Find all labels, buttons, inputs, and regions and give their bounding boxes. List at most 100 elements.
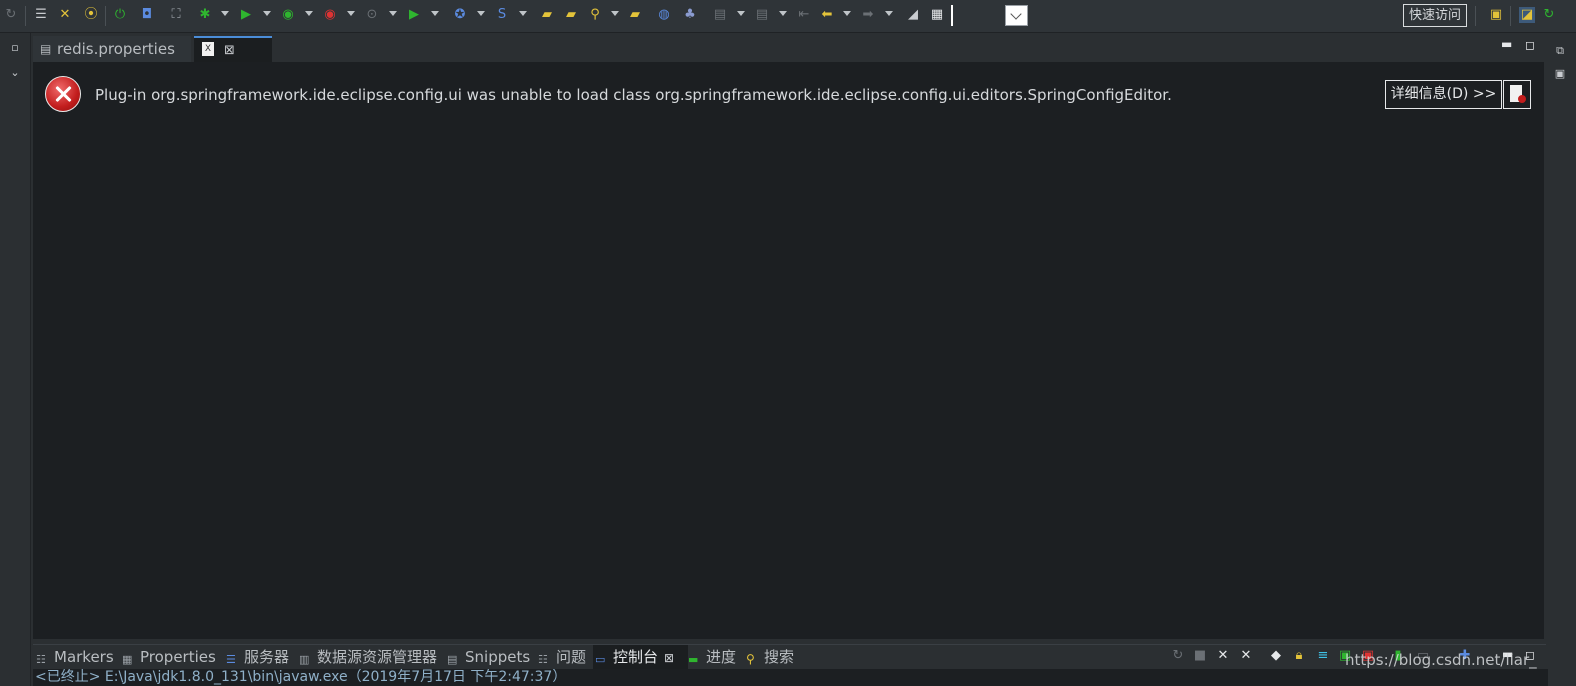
annotation-prev-icon[interactable]: ▤ bbox=[754, 7, 770, 23]
globe-icon[interactable]: ◍ bbox=[656, 7, 672, 23]
toolbar-separator bbox=[1475, 6, 1476, 26]
maximize-icon[interactable]: ◻ bbox=[1525, 38, 1535, 52]
error-message: Plug-in org.springframework.ide.eclipse.… bbox=[95, 86, 1172, 104]
toolbar-separator bbox=[105, 6, 106, 26]
remove-all-icon[interactable]: ✕ bbox=[1238, 648, 1254, 664]
toolbar-separator bbox=[1510, 6, 1511, 26]
coverage-icon[interactable]: ◉ bbox=[322, 7, 338, 23]
stop-dropdown-icon[interactable] bbox=[389, 11, 397, 16]
annotation-next-dropdown-icon[interactable] bbox=[737, 11, 745, 16]
tab-data-source-explorer[interactable]: ▥ 数据源资源管理器 bbox=[299, 645, 437, 670]
terminate-icon[interactable]: ■ bbox=[1192, 648, 1208, 664]
new-java-dropdown-icon[interactable] bbox=[477, 11, 485, 16]
word-wrap-icon[interactable]: ≡ bbox=[1315, 648, 1331, 664]
error-icon bbox=[45, 76, 81, 112]
data-source-icon: ▥ bbox=[299, 653, 310, 666]
servers-icon: ☰ bbox=[226, 653, 236, 666]
restore-icon[interactable]: ⧉ bbox=[1552, 43, 1568, 59]
close-icon[interactable]: ⊠ bbox=[664, 651, 674, 665]
back-dropdown-icon[interactable] bbox=[843, 11, 851, 16]
toolbar-combo-dropdown[interactable] bbox=[1005, 5, 1028, 26]
tab-search[interactable]: ⚲ 搜索 bbox=[746, 645, 794, 670]
search-icon: ⚲ bbox=[746, 652, 755, 666]
forward-arrow-icon[interactable]: ➡ bbox=[860, 7, 876, 23]
run-external-icon[interactable]: ◉ bbox=[280, 7, 296, 23]
tab-problems[interactable]: ☷ 问题 bbox=[538, 645, 586, 670]
last-edit-icon[interactable]: ⇤ bbox=[796, 7, 812, 23]
open-perspective-icon[interactable]: ▣ bbox=[1488, 7, 1504, 23]
pin-icon[interactable]: ◢ bbox=[905, 7, 921, 23]
grid-icon[interactable]: ▦ bbox=[929, 7, 945, 23]
power-icon[interactable]: ⏻ bbox=[112, 7, 128, 23]
annotation-prev-dropdown-icon[interactable] bbox=[779, 11, 787, 16]
launch-icon[interactable]: ▶ bbox=[406, 7, 422, 23]
run-external-dropdown-icon[interactable] bbox=[305, 11, 313, 16]
main-toolbar: ↻ ☰ ✕ ⦿ ⏻ ◘ ⛶ ✱ ▶ ◉ ◉ ⊙ ▶ ✪ S ▰ ▰ ⚲ ▰ ◍ … bbox=[0, 0, 1576, 33]
clear-console-icon[interactable]: ◆ bbox=[1268, 648, 1284, 664]
tab-properties[interactable]: ▦ Properties bbox=[122, 645, 216, 670]
tab-redis-properties[interactable]: ▤ redis.properties bbox=[33, 36, 191, 62]
details-button[interactable]: 详细信息(D) >> bbox=[1385, 80, 1502, 109]
console-output: <已终止> E:\Java\jdk1.8.0_131\bin\javaw.exe… bbox=[33, 669, 1548, 686]
spring-perspective-icon[interactable]: ↻ bbox=[1541, 7, 1557, 23]
tab-snippets[interactable]: ▤ Snippets bbox=[447, 645, 530, 670]
markers-icon: ☷ bbox=[36, 653, 46, 666]
tab-label: redis.properties bbox=[57, 40, 175, 58]
java-ee-perspective-icon[interactable]: ◪ bbox=[1519, 7, 1535, 23]
tab-progress[interactable]: ▬ 进度 bbox=[688, 645, 736, 670]
tab-servers[interactable]: ☰ 服务器 bbox=[226, 645, 289, 670]
chevron-down-icon[interactable]: ⌄ bbox=[7, 65, 23, 81]
shuffle-icon[interactable]: ✕ bbox=[57, 7, 73, 23]
editor-tab-bar: ▤ redis.properties X ⊠ ▬ ◻ bbox=[31, 36, 1546, 62]
new-spring-icon[interactable]: S bbox=[494, 7, 510, 23]
open-task-icon[interactable]: ▰ bbox=[627, 7, 643, 23]
search-icon[interactable]: ⚲ bbox=[587, 7, 603, 23]
refresh-icon[interactable]: ↻ bbox=[3, 7, 19, 23]
run-dropdown-icon[interactable] bbox=[263, 11, 271, 16]
watermark: https://blog.csdn.net/liar_ bbox=[1345, 651, 1537, 669]
properties-icon: ▦ bbox=[122, 653, 133, 666]
run-icon[interactable]: ▶ bbox=[238, 7, 254, 23]
refresh-icon[interactable]: ↻ bbox=[1170, 648, 1186, 664]
close-icon[interactable]: ⊠ bbox=[224, 38, 235, 64]
breakpoints-icon[interactable]: ⦿ bbox=[83, 7, 99, 23]
xml-file-icon: X bbox=[202, 42, 214, 56]
copy-error-button[interactable] bbox=[1503, 80, 1531, 109]
open-resource-icon[interactable]: ▰ bbox=[563, 7, 579, 23]
new-server-icon[interactable]: ◘ bbox=[139, 7, 155, 23]
annotation-next-icon[interactable]: ▤ bbox=[712, 7, 728, 23]
restore-icon[interactable]: ▫ bbox=[7, 40, 23, 56]
remove-launch-icon[interactable]: ✕ bbox=[1215, 648, 1231, 664]
new-java-icon[interactable]: ✪ bbox=[452, 7, 468, 23]
forward-dropdown-icon[interactable] bbox=[885, 11, 893, 16]
search-dropdown-icon[interactable] bbox=[611, 11, 619, 16]
tab-spring-config[interactable]: X ⊠ bbox=[194, 36, 272, 62]
coverage-dropdown-icon[interactable] bbox=[347, 11, 355, 16]
toolbar-separator bbox=[25, 6, 26, 26]
debug-icon[interactable]: ✱ bbox=[197, 7, 213, 23]
toolbar-text-field[interactable] bbox=[951, 5, 953, 26]
list-icon[interactable]: ☰ bbox=[33, 7, 49, 23]
debug-dropdown-icon[interactable] bbox=[221, 11, 229, 16]
chevron-down-icon bbox=[1010, 8, 1022, 20]
maximize-icon[interactable]: ▣ bbox=[1552, 66, 1568, 82]
open-type-icon[interactable]: ▰ bbox=[539, 7, 555, 23]
error-badge-icon bbox=[1518, 95, 1526, 103]
problems-icon: ☷ bbox=[538, 653, 548, 666]
quick-access-input[interactable]: 快速访问 bbox=[1403, 4, 1467, 27]
tab-console[interactable]: ▭ 控制台 ⊠ bbox=[593, 645, 688, 670]
focus-icon[interactable]: ⛶ bbox=[168, 7, 184, 23]
file-icon: ▤ bbox=[40, 42, 52, 56]
stop-icon[interactable]: ⊙ bbox=[364, 7, 380, 23]
bottom-panel-tabs: ☷ Markers ▦ Properties ☰ 服务器 ▥ 数据源资源管理器 ▤ Sni… bbox=[33, 644, 1546, 670]
snippets-icon: ▤ bbox=[447, 653, 458, 666]
launch-dropdown-icon[interactable] bbox=[431, 11, 439, 16]
console-icon: ▭ bbox=[595, 653, 606, 666]
minimize-icon[interactable]: ▬ bbox=[1501, 37, 1512, 51]
scroll-lock-icon[interactable]: 🔒︎ bbox=[1291, 648, 1307, 664]
new-spring-dropdown-icon[interactable] bbox=[519, 11, 527, 16]
editor-area bbox=[33, 62, 1544, 639]
tab-markers[interactable]: ☷ Markers bbox=[36, 645, 114, 670]
back-arrow-icon[interactable]: ⬅ bbox=[819, 7, 835, 23]
hierarchy-icon[interactable]: ♣ bbox=[682, 7, 698, 23]
